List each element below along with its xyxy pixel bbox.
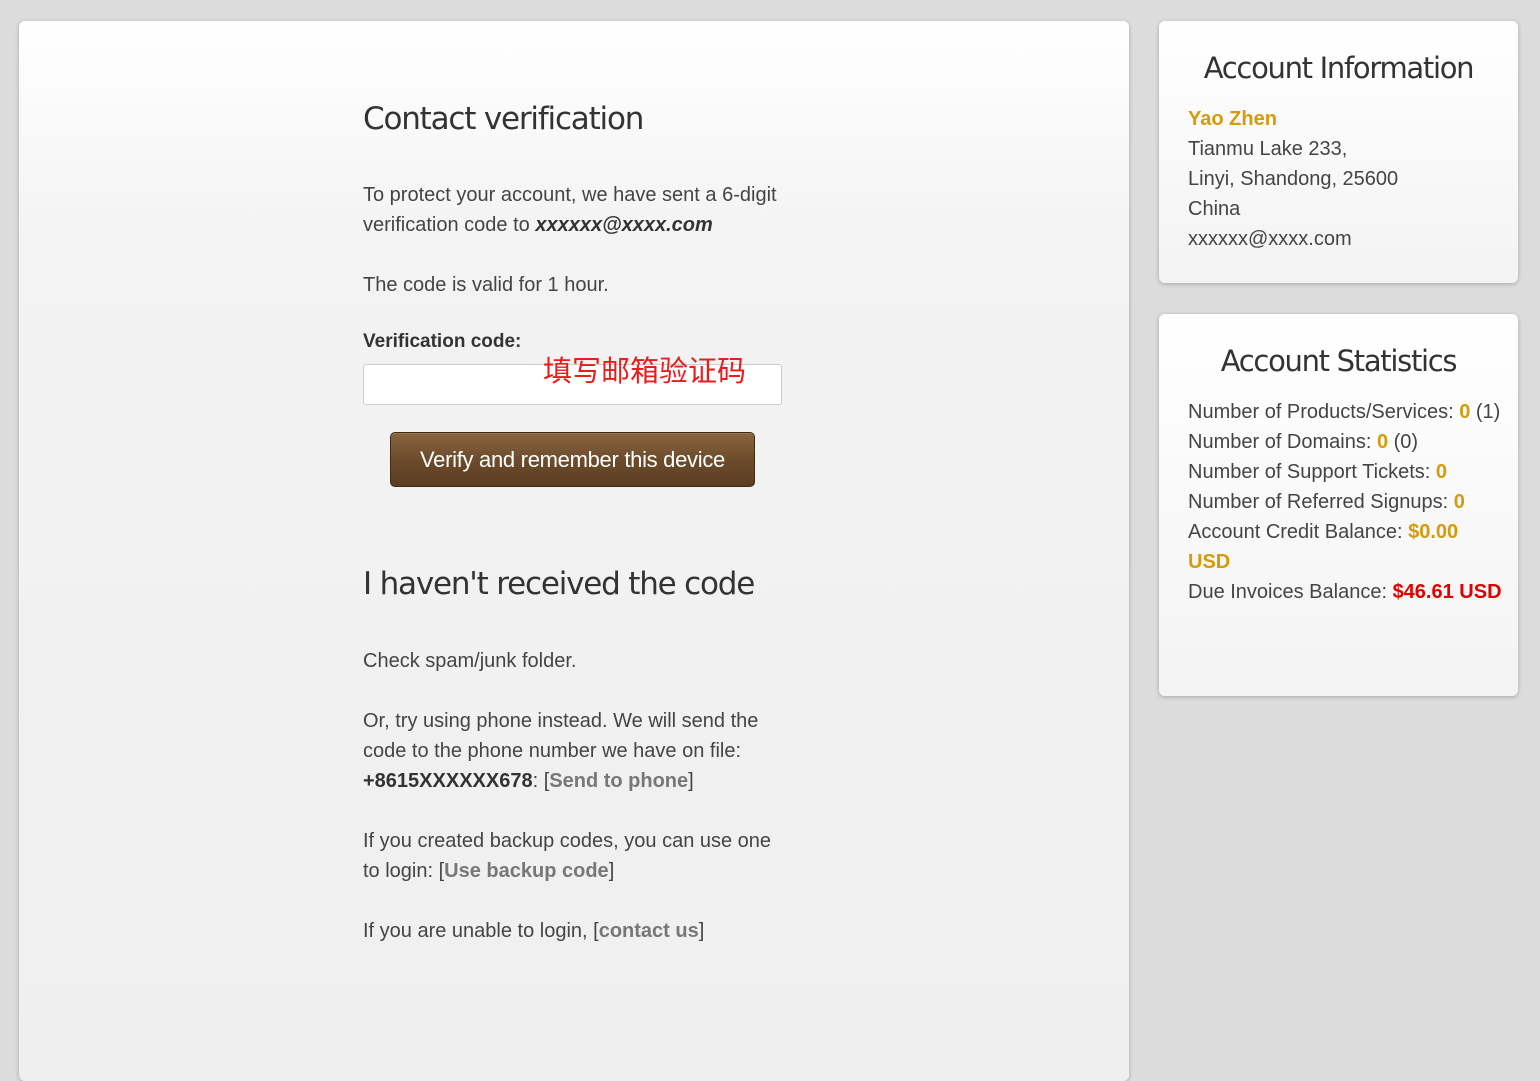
- phone-number: +8615XXXXXX678: [363, 770, 533, 792]
- phone-text: Or, try using phone instead. We will sen…: [363, 706, 788, 796]
- stat-due-label: Due Invoices Balance:: [1188, 581, 1393, 603]
- stat-referrals-value: 0: [1453, 491, 1465, 513]
- masked-email: xxxxxx@xxxx.com: [535, 214, 713, 236]
- bracket-close: ]: [688, 770, 694, 792]
- account-email: xxxxxx@xxxx.com: [1188, 228, 1352, 250]
- stat-credit-label: Account Credit Balance:: [1188, 521, 1409, 543]
- address-line-2: Linyi, Shandong, 25600: [1188, 168, 1399, 190]
- stat-products: Number of Products/Services: 0 (1): [1188, 397, 1503, 427]
- stat-tickets-value: 0: [1435, 461, 1448, 483]
- no-code-title: I haven't received the code: [363, 566, 755, 602]
- verification-code-input[interactable]: [363, 364, 782, 405]
- account-statistics-title: Account Statistics: [1220, 344, 1458, 378]
- unable-text: If you are unable to login, [contact us]: [363, 916, 788, 946]
- spam-text: Check spam/junk folder.: [363, 650, 577, 672]
- stat-domains-label: Number of Domains:: [1188, 431, 1377, 453]
- stat-products-label: Number of Products/Services:: [1188, 401, 1460, 423]
- stat-domains-total: (0): [1388, 431, 1419, 453]
- stat-referrals-label: Number of Referred Signups:: [1188, 491, 1454, 513]
- stat-credit: Account Credit Balance: $0.00 USD: [1188, 517, 1503, 577]
- bracket-close: ]: [608, 860, 615, 882]
- contact-us-link[interactable]: contact us: [599, 920, 699, 942]
- stat-referrals: Number of Referred Signups: 0: [1188, 487, 1503, 517]
- stat-tickets: Number of Support Tickets: 0: [1188, 457, 1503, 487]
- address-line-1: Tianmu Lake 233,: [1188, 138, 1348, 160]
- use-backup-code-link[interactable]: Use backup code: [444, 860, 609, 882]
- validity-text: The code is valid for 1 hour.: [363, 274, 609, 296]
- intro-text: To protect your account, we have sent a …: [363, 180, 788, 240]
- account-statistics-body: Number of Products/Services: 0 (1) Numbe…: [1188, 397, 1503, 607]
- verification-title: Contact verification: [363, 101, 644, 137]
- stat-due-value: $46.61 USD: [1392, 581, 1502, 603]
- account-name: Yao Zhen: [1188, 108, 1277, 130]
- verify-remember-button[interactable]: Verify and remember this device: [390, 432, 755, 487]
- bracket-close: ]: [698, 920, 705, 942]
- phone-separator: : [: [532, 770, 550, 792]
- address-country: China: [1188, 198, 1241, 220]
- stat-domains: Number of Domains: 0 (0): [1188, 427, 1503, 457]
- account-information-body: Yao Zhen Tianmu Lake 233, Linyi, Shandon…: [1188, 104, 1503, 254]
- stat-products-total: (1): [1470, 401, 1501, 423]
- main-panel: Contact verification To protect your acc…: [19, 21, 1129, 1081]
- unable-message: If you are unable to login, [: [363, 920, 599, 942]
- account-information-title: Account Information: [1203, 51, 1475, 85]
- account-statistics-card: Account Statistics Number of Products/Se…: [1159, 314, 1518, 696]
- account-information-card: Account Information Yao Zhen Tianmu Lake…: [1159, 21, 1518, 283]
- send-to-phone-link[interactable]: Send to phone: [549, 770, 688, 792]
- stat-tickets-label: Number of Support Tickets:: [1188, 461, 1436, 483]
- backup-text: If you created backup codes, you can use…: [363, 826, 788, 886]
- stat-domains-value: 0: [1376, 431, 1389, 453]
- stat-due: Due Invoices Balance: $46.61 USD: [1188, 577, 1503, 607]
- verification-code-label: Verification code:: [363, 331, 522, 352]
- stat-products-value: 0: [1459, 401, 1471, 423]
- phone-message: Or, try using phone instead. We will sen…: [363, 710, 759, 762]
